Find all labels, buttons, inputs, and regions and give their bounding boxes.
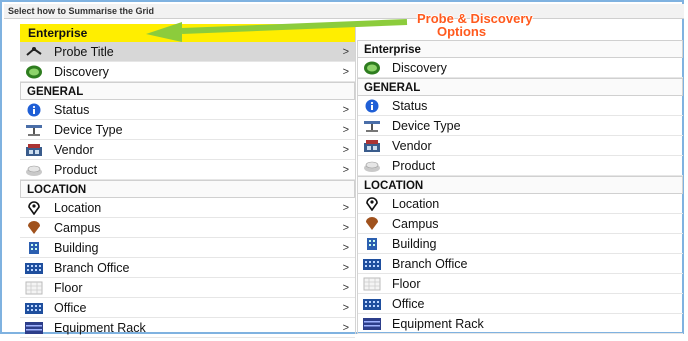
submenu-item-label: Campus [392, 217, 439, 231]
menu-item-label: Discovery [54, 65, 109, 79]
submenu-item-branch-office[interactable]: Branch Office [358, 254, 683, 274]
menu-item-campus[interactable]: Campus > [20, 218, 355, 238]
submenu-item-discovery[interactable]: Discovery [358, 58, 683, 78]
menu-item-label: Probe Title [54, 45, 114, 59]
equipment-rack-icon [363, 317, 381, 331]
probe-icon [25, 45, 43, 59]
grid-summary-panel: Select how to Summarise the Grid Enterpr… [0, 0, 684, 338]
building-icon [25, 241, 43, 255]
submenu-item-label: Office [392, 297, 425, 311]
vendor-icon [363, 139, 381, 153]
submenu-item-campus[interactable]: Campus [358, 214, 683, 234]
submenu-item-label: Branch Office [392, 257, 468, 271]
submenu-item-floor[interactable]: Floor [358, 274, 683, 294]
submenu-item-label: Vendor [392, 139, 432, 153]
floor-icon [363, 277, 381, 291]
submenu-item-status[interactable]: Status [358, 96, 683, 116]
menu-item-label: Equipment Rack [54, 321, 146, 335]
submenu-item-label: Building [392, 237, 437, 251]
building-icon [363, 237, 381, 251]
office-icon [25, 301, 43, 315]
submenu-item-label: Floor [392, 277, 421, 291]
summary-menu-left: Enterprise Probe Title > Discovery > GEN… [20, 24, 356, 338]
annotation-text: Probe & Discovery Options [417, 12, 533, 38]
general-section-header: GENERAL [358, 78, 683, 96]
menu-item-label: Product [54, 163, 98, 177]
submenu-item-office[interactable]: Office [358, 294, 683, 314]
chevron-right-icon: > [342, 222, 349, 234]
device-type-icon [363, 119, 381, 133]
submenu-item-label: Status [392, 99, 428, 113]
menu-item-device-type[interactable]: Device Type > [20, 120, 355, 140]
menu-item-vendor[interactable]: Vendor > [20, 140, 355, 160]
menu-item-status[interactable]: Status > [20, 100, 355, 120]
menu-item-label: Building [54, 241, 99, 255]
submenu-item-label: Location [392, 197, 440, 211]
chevron-right-icon: > [342, 124, 349, 136]
chevron-right-icon: > [342, 104, 349, 116]
menu-item-location[interactable]: Location > [20, 198, 355, 218]
discovery-icon [363, 61, 381, 75]
submenu-item-device-type[interactable]: Device Type [358, 116, 683, 136]
menu-item-floor[interactable]: Floor > [20, 278, 355, 298]
chevron-right-icon: > [342, 164, 349, 176]
submenu-item-label: Discovery [392, 61, 447, 75]
chevron-right-icon: > [342, 262, 349, 274]
menu-item-label: Device Type [54, 123, 123, 137]
equipment-rack-icon [25, 321, 43, 335]
vendor-icon [25, 143, 43, 157]
submenu-item-location[interactable]: Location [358, 194, 683, 214]
menu-item-office[interactable]: Office > [20, 298, 355, 318]
chevron-right-icon: > [342, 144, 349, 156]
device-type-icon [25, 123, 43, 137]
annotation-line-2: Options [437, 24, 487, 39]
menu-item-label: Floor [54, 281, 83, 295]
submenu-item-product[interactable]: Product [358, 156, 683, 176]
location-pin-icon [363, 197, 381, 212]
submenu-item-label: Device Type [392, 119, 461, 133]
submenu-item-building[interactable]: Building [358, 234, 683, 254]
menu-item-building[interactable]: Building > [20, 238, 355, 258]
location-section-header: LOCATION [20, 180, 355, 198]
chevron-right-icon: > [342, 282, 349, 294]
menu-item-equipment-rack[interactable]: Equipment Rack > [20, 318, 355, 338]
chevron-right-icon: > [342, 242, 349, 254]
office-icon [363, 297, 381, 311]
submenu-item-equipment-rack[interactable]: Equipment Rack [358, 314, 683, 334]
menu-item-label: Branch Office [54, 261, 130, 275]
menu-item-label: Vendor [54, 143, 94, 157]
menu-item-discovery[interactable]: Discovery > [20, 62, 355, 82]
floor-icon [25, 281, 43, 295]
campus-icon [363, 217, 381, 231]
product-icon [25, 163, 43, 177]
menu-item-label: Office [54, 301, 87, 315]
location-pin-icon [25, 201, 43, 216]
menu-item-label: Location [54, 201, 102, 215]
annotation-arrow [146, 19, 408, 42]
general-section-header: GENERAL [20, 82, 355, 100]
menu-item-label: Status [54, 103, 90, 117]
location-section-header: LOCATION [358, 176, 683, 194]
branch-office-icon [25, 261, 43, 275]
info-icon [25, 103, 43, 117]
info-icon [363, 99, 381, 113]
menu-item-label: Campus [54, 221, 101, 235]
campus-icon [25, 221, 43, 235]
chevron-right-icon: > [342, 302, 349, 314]
submenu-item-vendor[interactable]: Vendor [358, 136, 683, 156]
product-icon [363, 159, 381, 173]
menu-item-branch-office[interactable]: Branch Office > [20, 258, 355, 278]
chevron-right-icon: > [342, 322, 349, 334]
branch-office-icon [363, 257, 381, 271]
submenu-item-label: Equipment Rack [392, 317, 484, 331]
summary-submenu-right: Enterprise Discovery GENERAL Status Devi… [357, 40, 683, 334]
chevron-right-icon: > [342, 66, 349, 78]
menu-item-product[interactable]: Product > [20, 160, 355, 180]
chevron-right-icon: > [342, 202, 349, 214]
discovery-icon [25, 65, 43, 79]
submenu-item-label: Product [392, 159, 436, 173]
